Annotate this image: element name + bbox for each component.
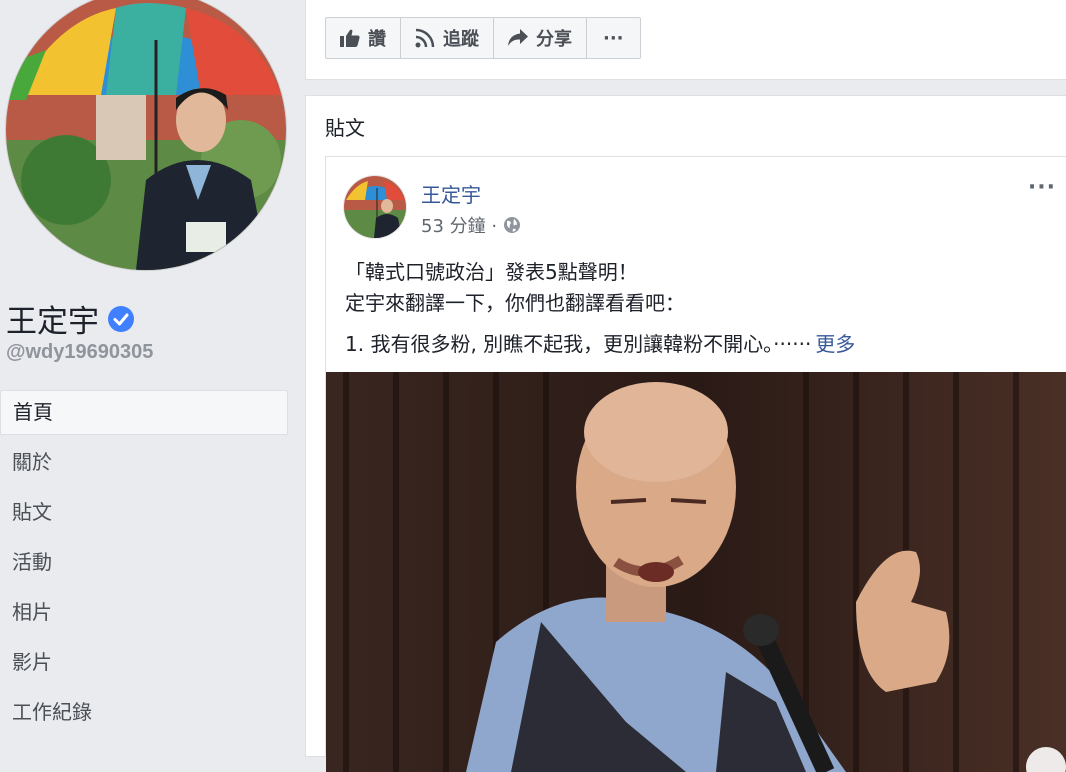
globe-icon[interactable] <box>503 216 521 234</box>
post-line-1: 「韓式口號政治」發表5點聲明！ <box>345 260 638 284</box>
post-author-avatar[interactable] <box>344 176 406 238</box>
avatar-image <box>344 176 406 238</box>
post-options-button[interactable]: ··· <box>1028 177 1056 199</box>
share-arrow-icon <box>508 29 528 46</box>
posts-section: 貼文 王定宇 53 分鐘 · ··· 「韓式口號政治」發表5點聲明！ 定宇來翻譯… <box>305 95 1066 772</box>
more-actions-label: ··· <box>603 27 624 49</box>
share-button-label: 分享 <box>536 29 572 50</box>
post-photo-image <box>326 372 1066 772</box>
rss-icon <box>415 28 435 48</box>
follow-button-label: 追蹤 <box>443 29 479 50</box>
verified-badge-icon <box>108 305 134 332</box>
more-actions-button[interactable]: ··· <box>586 17 641 59</box>
follow-button[interactable]: 追蹤 <box>400 17 494 59</box>
post-author-name[interactable]: 王定宇 <box>421 179 481 208</box>
thumbs-up-icon <box>340 29 360 47</box>
page-action-bar: 讚 追蹤 分享 ··· <box>325 17 641 59</box>
post-line-3-text: 1. 我有很多粉, 別瞧不起我，更別讓韓粉不開心。······ <box>345 332 812 356</box>
nav-item-photos[interactable]: 相片 <box>0 589 288 635</box>
nav-item-work-record[interactable]: 工作紀錄 <box>0 689 288 735</box>
posts-section-title: 貼文 <box>325 116 365 140</box>
profile-picture-image <box>6 0 286 270</box>
post-timestamp[interactable]: 53 分鐘 · <box>421 212 497 238</box>
like-button[interactable]: 讚 <box>325 17 401 59</box>
nav-item-about[interactable]: 關於 <box>0 439 288 485</box>
nav-item-videos[interactable]: 影片 <box>0 639 288 685</box>
page-name-text: 王定宇 <box>6 304 99 340</box>
share-button[interactable]: 分享 <box>493 17 587 59</box>
page-name: 王定宇 <box>6 296 135 341</box>
post-line-2: 定宇來翻譯一下，你們也翻譯看看吧： <box>345 291 685 315</box>
page-action-card: 讚 追蹤 分享 ··· <box>305 0 1066 80</box>
post-line-3: 1. 我有很多粉, 別瞧不起我，更別讓韓粉不開心。······ 更多 <box>345 329 1045 360</box>
see-more-link[interactable]: 更多 <box>815 332 855 356</box>
like-button-label: 讚 <box>368 29 386 50</box>
post-meta: 53 分鐘 · <box>421 212 521 238</box>
nav-item-home[interactable]: 首頁 <box>0 390 288 435</box>
profile-picture[interactable] <box>6 0 286 270</box>
post-body: 「韓式口號政治」發表5點聲明！ 定宇來翻譯一下，你們也翻譯看看吧： 1. 我有很… <box>345 257 1045 360</box>
page-handle[interactable]: @wdy19690305 <box>6 341 153 364</box>
post-photo[interactable] <box>326 372 1066 772</box>
nav-item-events[interactable]: 活動 <box>0 539 288 585</box>
nav-item-posts[interactable]: 貼文 <box>0 489 288 535</box>
post-card: 王定宇 53 分鐘 · ··· 「韓式口號政治」發表5點聲明！ 定宇來翻譯一下，… <box>325 156 1066 772</box>
page-nav: 首頁 關於 貼文 活動 相片 影片 工作紀錄 <box>0 390 288 739</box>
